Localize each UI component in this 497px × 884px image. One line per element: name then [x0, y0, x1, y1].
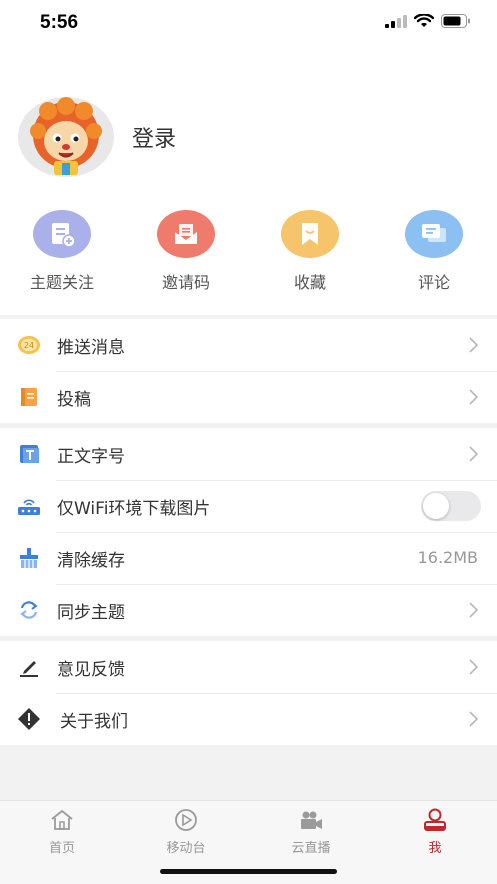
menu-item-label: 推送消息 [57, 338, 125, 358]
svg-text:24: 24 [24, 341, 34, 350]
menu-item-label: 关于我们 [60, 712, 128, 732]
menu-group-about: 意见反馈 关于我们 [0, 641, 497, 745]
status-bar: 5:56 [0, 0, 497, 48]
comment-icon [405, 210, 463, 258]
toggle-knob [423, 493, 449, 519]
menu-item-feedback[interactable]: 意见反馈 [0, 641, 497, 693]
menu-item-clear-cache[interactable]: 清除缓存 16.2MB [0, 532, 497, 584]
quick-action-favorite[interactable]: 收藏 [250, 210, 370, 293]
menu-item-wifi-only-images: 仅WiFi环境下载图片 [0, 480, 497, 532]
menu-item-label: 清除缓存 [57, 551, 125, 571]
wifi-only-toggle[interactable] [421, 491, 481, 521]
font-size-icon [17, 443, 41, 465]
avatar[interactable] [18, 97, 114, 177]
chevron-right-icon [469, 659, 479, 675]
info-diamond-icon [17, 708, 41, 730]
chevron-right-icon [469, 602, 479, 618]
tab-label: 首页 [48, 841, 75, 856]
tab-cloud-live[interactable]: 云直播 [249, 807, 373, 856]
chevron-right-icon [469, 446, 479, 462]
quick-action-label: 收藏 [293, 273, 326, 292]
chevron-right-icon [469, 389, 479, 405]
menu-item-font-size[interactable]: 正文字号 [0, 428, 497, 480]
menu-item-label: 仅WiFi环境下载图片 [57, 499, 211, 519]
menu-item-push-messages[interactable]: 24 推送消息 [0, 319, 497, 371]
play-icon [124, 807, 248, 833]
chevron-right-icon [469, 711, 479, 727]
menu-group-messages: 24 推送消息 投稿 [0, 319, 497, 423]
topic-follow-icon [33, 210, 91, 258]
login-button[interactable]: 登录 [132, 121, 176, 153]
home-indicator [160, 869, 337, 874]
menu-item-about-us[interactable]: 关于我们 [0, 693, 497, 745]
menu-item-label: 意见反馈 [57, 660, 125, 680]
quick-action-topic-follow[interactable]: 主题关注 [2, 210, 122, 293]
quick-action-invite-code[interactable]: 邀请码 [126, 210, 246, 293]
contribute-icon [17, 386, 41, 408]
pencil-icon [17, 656, 41, 678]
status-icons [385, 14, 471, 28]
tab-mobile-station[interactable]: 移动台 [124, 807, 248, 856]
menu-group-settings: 正文字号 仅WiFi环境下载图片 清除缓存 16.2MB 同步主题 [0, 428, 497, 636]
wifi-icon [414, 14, 434, 27]
favorite-icon [281, 210, 339, 258]
push-24-icon: 24 [17, 334, 41, 356]
tab-home[interactable]: 首页 [0, 807, 124, 856]
lion-mascot-icon [30, 97, 102, 175]
cache-size-value: 16.2MB [417, 548, 478, 567]
tab-label: 云直播 [291, 841, 331, 856]
menu-item-sync-topics[interactable]: 同步主题 [0, 584, 497, 636]
chevron-right-icon [469, 337, 479, 353]
invite-code-icon [157, 210, 215, 258]
camera-icon [249, 807, 373, 833]
quick-action-comment[interactable]: 评论 [374, 210, 494, 293]
person-icon [373, 807, 497, 833]
tab-label: 我 [428, 841, 442, 856]
broom-icon [17, 547, 41, 569]
sync-icon [17, 599, 41, 621]
home-icon [0, 807, 124, 833]
cellular-signal-icon [385, 14, 407, 28]
menu-item-label: 同步主题 [57, 603, 125, 623]
quick-action-label: 邀请码 [161, 273, 210, 292]
tab-me[interactable]: 我 [373, 807, 497, 856]
quick-action-label: 主题关注 [29, 273, 94, 292]
tab-label: 移动台 [166, 841, 206, 856]
menu-item-contribute[interactable]: 投稿 [0, 371, 497, 423]
menu-item-label: 投稿 [57, 390, 91, 410]
quick-action-label: 评论 [417, 273, 450, 292]
battery-icon [441, 14, 470, 28]
status-time: 5:56 [40, 12, 79, 33]
wifi-router-icon [17, 495, 41, 517]
menu-item-label: 正文字号 [57, 447, 125, 467]
